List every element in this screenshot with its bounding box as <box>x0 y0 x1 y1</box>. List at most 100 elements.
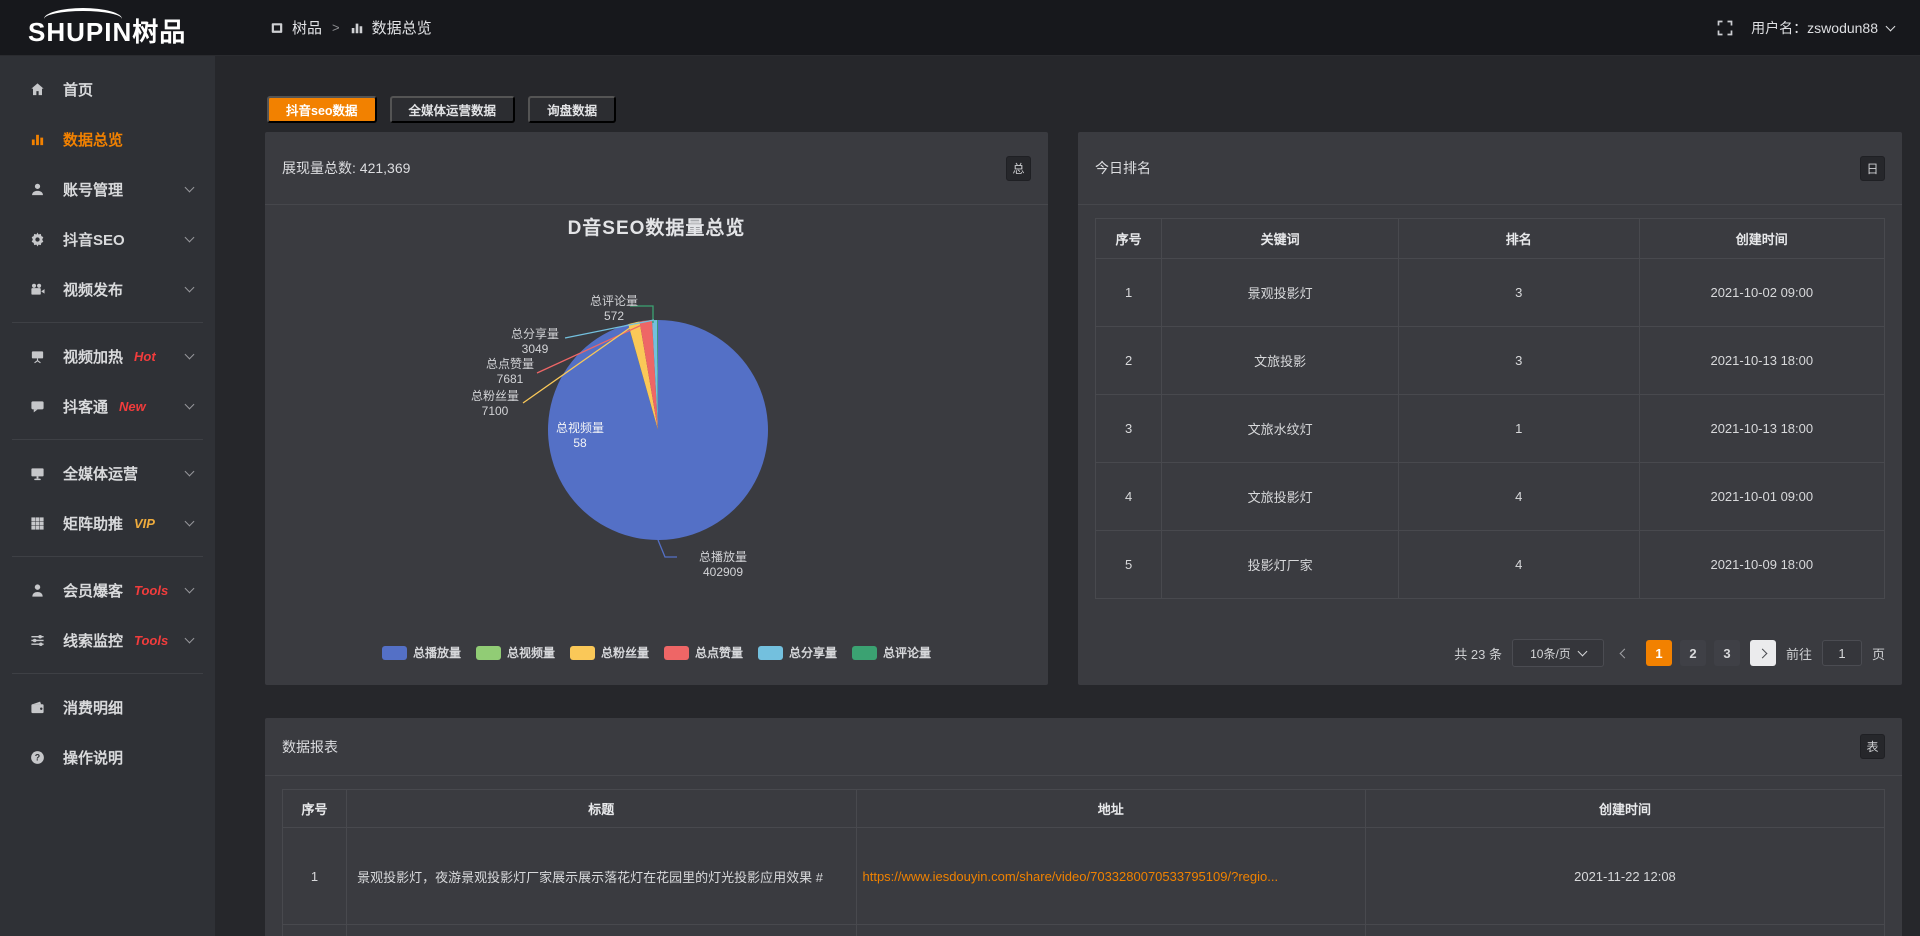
sidebar-divider <box>12 439 203 440</box>
report-panel-header: 数据报表 表 <box>265 718 1902 776</box>
sidebar-divider <box>12 322 203 323</box>
logo-text-en: SHUPIN <box>28 17 132 47</box>
ranking-column-header: 序号 <box>1096 219 1162 259</box>
total-badge-button[interactable]: 总 <box>1006 156 1031 181</box>
sidebar-item-account-management[interactable]: 账号管理 <box>0 164 215 214</box>
legend-label: 总点赞量 <box>695 644 743 661</box>
video-link[interactable]: https://www.iesdouyin.com/share/video/70… <box>863 869 1279 884</box>
sidebar-item-label: 线索监控 <box>63 630 123 651</box>
sidebar-item-data-overview[interactable]: 数据总览 <box>0 114 215 164</box>
page-number-list: 123 <box>1646 640 1740 666</box>
goto-label: 前往 <box>1786 644 1812 663</box>
ranking-cell: 文旅投影 <box>1162 327 1399 395</box>
ranking-table-row[interactable]: 4文旅投影灯42021-10-01 09:00 <box>1096 463 1885 531</box>
header-right: 用户名：zswodun88 <box>1717 18 1920 38</box>
ranking-cell: 文旅投影灯 <box>1162 463 1399 531</box>
sidebar-item-label: 视频加热 <box>63 346 123 367</box>
tab-media-ops-data[interactable]: 全媒体运营数据 <box>390 96 516 123</box>
page-size-select[interactable]: 10条/页 <box>1512 639 1604 667</box>
ranking-table: 序号关键词排名创建时间 1景观投影灯32021-10-02 09:002文旅投影… <box>1095 218 1885 599</box>
sidebar-item-matrix-boost[interactable]: 矩阵助推 VIP <box>0 498 215 548</box>
sidebar-item-douyin-seo[interactable]: 抖音SEO <box>0 214 215 264</box>
report-column-header: 标题 <box>347 790 856 828</box>
sidebar-item-lead-monitor[interactable]: 线索监控Tools <box>0 615 215 665</box>
next-page-button[interactable] <box>1750 640 1776 666</box>
ranking-table-row[interactable]: 1景观投影灯32021-10-02 09:00 <box>1096 259 1885 327</box>
sidebar-item-label: 数据总览 <box>63 129 123 150</box>
ranking-cell: 3 <box>1398 327 1639 395</box>
page-number-button[interactable]: 2 <box>1680 640 1706 666</box>
breadcrumb-root[interactable]: 树品 <box>292 17 322 38</box>
legend-label: 总粉丝量 <box>601 644 649 661</box>
app-logo: SHUPIN树品 <box>0 6 215 49</box>
pagination: 共 23 条 10条/页 123 前往 页 <box>1454 639 1885 667</box>
prev-page-button[interactable] <box>1614 640 1636 666</box>
ranking-cell: 2021-10-13 18:00 <box>1639 327 1884 395</box>
legend-item-0[interactable]: 总播放量 <box>382 644 461 661</box>
legend-swatch <box>476 646 501 660</box>
sidebar-item-instructions[interactable]: ?操作说明 <box>0 732 215 782</box>
monitor-icon <box>30 466 50 481</box>
sidebar-divider <box>12 556 203 557</box>
fullscreen-icon[interactable] <box>1717 20 1733 36</box>
sidebar-item-media-operations[interactable]: 全媒体运营 <box>0 448 215 498</box>
tab-inquiry-data[interactable]: 询盘数据 <box>528 96 616 123</box>
table-badge-button[interactable]: 表 <box>1860 734 1885 759</box>
chevron-down-icon <box>185 517 195 527</box>
tab-douyin-seo-data[interactable]: 抖音seo数据 <box>267 96 377 123</box>
overview-panel: 展现量总数: 421,369 总 D音SEO数据量总览 总评论量572 总分享量… <box>265 132 1048 685</box>
pie-label-lines <box>265 205 1048 637</box>
ranking-panel-header: 今日排名 日 <box>1078 132 1902 205</box>
chevron-down-icon <box>185 233 195 243</box>
sidebar-item-douketong[interactable]: 抖客通New <box>0 381 215 431</box>
report-panel: 数据报表 表 序号标题地址创建时间 1景观投影灯，夜游景观投影灯厂家展示展示落花… <box>265 718 1902 936</box>
ranking-table-wrap: 序号关键词排名创建时间 1景观投影灯32021-10-02 09:002文旅投影… <box>1078 205 1902 599</box>
top-header: SHUPIN树品 树品 > 数据总览 用户名：zswodun88 <box>0 0 1920 56</box>
ranking-cell: 2021-10-13 18:00 <box>1639 395 1884 463</box>
sidebar-item-label: 首页 <box>63 79 93 100</box>
legend-item-2[interactable]: 总粉丝量 <box>570 644 649 661</box>
pie-label-shares: 总分享量3049 <box>475 327 595 357</box>
sidebar-item-label: 抖客通 <box>63 396 108 417</box>
page-number-button[interactable]: 3 <box>1714 640 1740 666</box>
breadcrumb: 树品 > 数据总览 <box>270 17 432 38</box>
legend-item-1[interactable]: 总视频量 <box>476 644 555 661</box>
chat-icon <box>30 399 50 414</box>
sidebar-item-member-marketing[interactable]: 会员爆客 Tools <box>0 565 215 615</box>
ranking-table-row[interactable]: 3文旅水纹灯12021-10-13 18:00 <box>1096 395 1885 463</box>
ranking-cell: 4 <box>1096 463 1162 531</box>
day-badge-button[interactable]: 日 <box>1860 156 1885 181</box>
app-square-icon <box>270 21 284 35</box>
sidebar-item-video-publish[interactable]: 视频发布 <box>0 264 215 314</box>
sidebar-item-expense-details[interactable]: 消费明细 <box>0 682 215 732</box>
page-number-button[interactable]: 1 <box>1646 640 1672 666</box>
goto-page-input[interactable] <box>1822 640 1862 666</box>
svg-text:?: ? <box>35 752 40 762</box>
ranking-table-row[interactable]: 5投影灯厂家42021-10-09 18:00 <box>1096 531 1885 599</box>
bar-chart-icon <box>30 132 50 147</box>
legend-item-4[interactable]: 总分享量 <box>758 644 837 661</box>
ranking-table-row[interactable]: 2文旅投影32021-10-13 18:00 <box>1096 327 1885 395</box>
sidebar-item-label: 全媒体运营 <box>63 463 138 484</box>
user-icon <box>30 182 50 197</box>
sidebar-item-video-heat[interactable]: 视频加热Hot <box>0 331 215 381</box>
sidebar-item-home[interactable]: 首页 <box>0 64 215 114</box>
ranking-column-header: 创建时间 <box>1639 219 1884 259</box>
user-menu[interactable]: 用户名：zswodun88 <box>1751 18 1894 38</box>
grid-icon <box>30 516 50 531</box>
report-cell-time: 2021-11-22 12:08 <box>1365 828 1884 925</box>
sidebar-item-label: 矩阵助推 <box>63 513 123 534</box>
report-table-row[interactable]: 1景观投影灯，夜游景观投影灯厂家展示展示落花灯在花园里的灯光投影应用效果 #ht… <box>283 828 1885 925</box>
chevron-down-icon <box>185 400 195 410</box>
sidebar-item-badge: Tools <box>134 583 168 598</box>
legend-item-5[interactable]: 总评论量 <box>852 644 931 661</box>
sidebar-item-badge: VIP <box>134 516 155 531</box>
screen-icon <box>30 349 50 364</box>
ranking-cell: 2021-10-01 09:00 <box>1639 463 1884 531</box>
pagination-total: 共 23 条 <box>1454 644 1502 663</box>
sidebar-item-label: 会员爆客 <box>63 580 123 601</box>
ranking-cell: 文旅水纹灯 <box>1162 395 1399 463</box>
legend-item-3[interactable]: 总点赞量 <box>664 644 743 661</box>
report-table-row-partial <box>283 925 1885 936</box>
report-column-header: 序号 <box>283 790 347 828</box>
